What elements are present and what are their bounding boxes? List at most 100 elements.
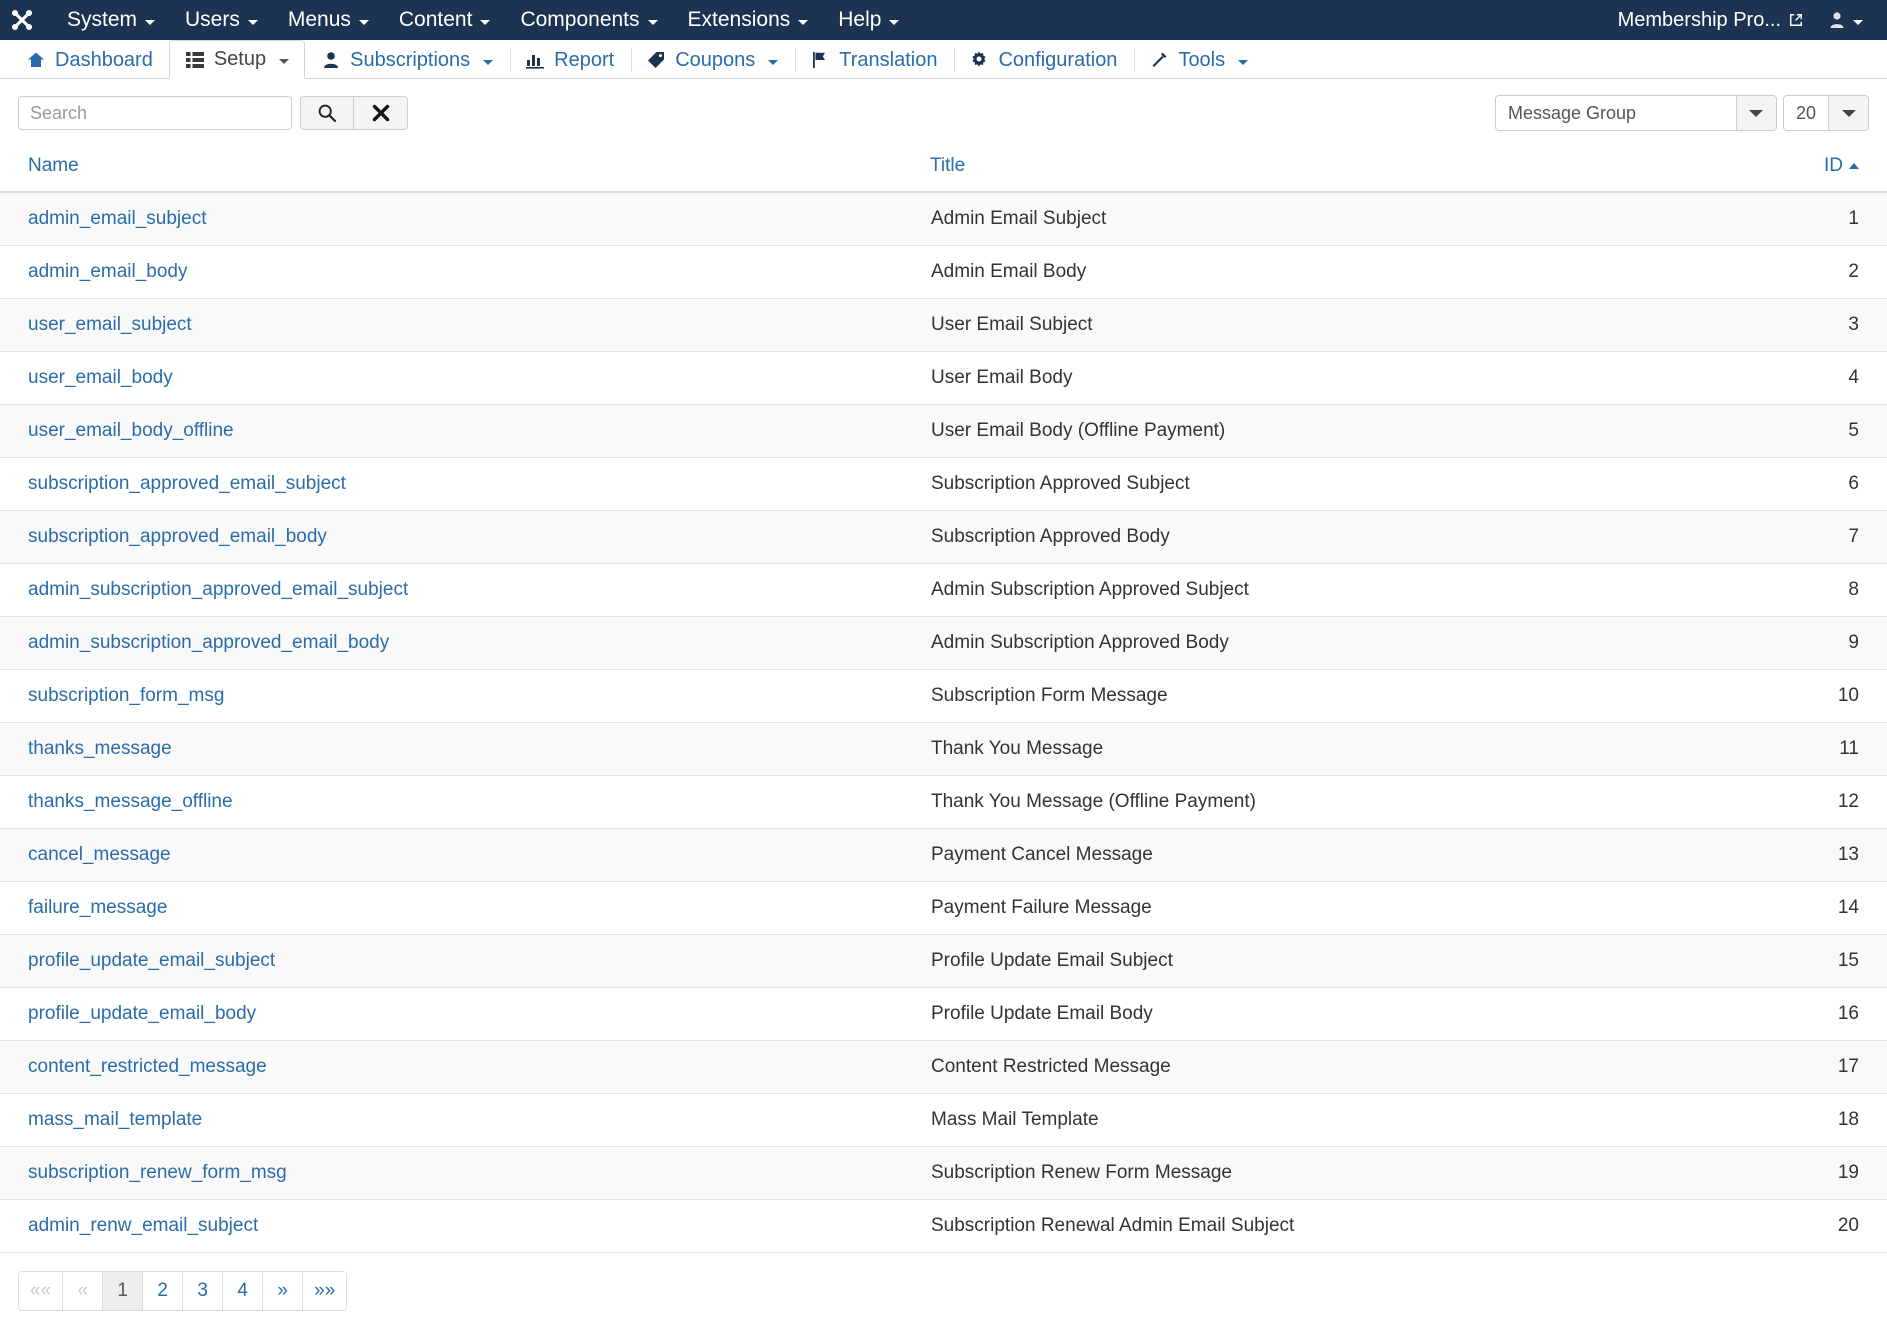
column-header-label: Title xyxy=(930,155,966,176)
message-name-link[interactable]: subscription_approved_email_subject xyxy=(28,473,346,494)
topnav-item-menus[interactable]: Menus xyxy=(273,0,384,40)
message-name-link[interactable]: user_email_subject xyxy=(28,314,192,335)
last-page-button[interactable]: »» xyxy=(303,1271,347,1310)
topnav-label: Help xyxy=(838,8,882,31)
cell-name: user_email_body xyxy=(0,351,930,405)
topnav-item-system[interactable]: System xyxy=(52,0,170,40)
page-2-button[interactable]: 2 xyxy=(143,1271,184,1310)
message-name-link[interactable]: failure_message xyxy=(28,897,167,918)
cell-name: thanks_message xyxy=(0,722,930,776)
cell-id: 13 xyxy=(1710,828,1887,882)
message-name-link[interactable]: thanks_message xyxy=(28,738,172,759)
column-header-id[interactable]: ID xyxy=(1710,145,1887,193)
topnav-label: System xyxy=(67,8,138,31)
sidebar-item-label: Translation xyxy=(839,48,938,71)
cell-title: Thank You Message xyxy=(930,722,1710,776)
table-row: admin_subscription_approved_email_body Ad… xyxy=(0,616,1887,670)
column-header-title[interactable]: Title xyxy=(930,145,1710,193)
table-row: mass_mail_template Mass Mail Template 18 xyxy=(0,1093,1887,1147)
message-name-link[interactable]: cancel_message xyxy=(28,844,171,865)
cell-name: cancel_message xyxy=(0,828,930,882)
clear-search-button[interactable] xyxy=(354,96,408,130)
message-name-link[interactable]: profile_update_email_body xyxy=(28,1003,256,1024)
cell-id: 7 xyxy=(1710,510,1887,564)
chevron-down-icon xyxy=(279,59,290,64)
sidebar-item-translation[interactable]: Translation xyxy=(794,40,953,79)
message-name-link[interactable]: admin_email_subject xyxy=(28,208,207,229)
chevron-down-icon xyxy=(480,19,491,25)
cell-title: Subscription Approved Body xyxy=(930,510,1710,564)
user-menu-button[interactable] xyxy=(1813,11,1873,29)
cell-title: Subscription Renewal Admin Email Subject xyxy=(930,1199,1710,1253)
chevron-down-icon xyxy=(483,59,494,65)
topbar-right-group: Membership Pro... xyxy=(1608,0,1873,40)
table-row: thanks_message Thank You Message 11 xyxy=(0,722,1887,776)
sidebar-item-label: Tools xyxy=(1178,48,1226,71)
topnav-item-users[interactable]: Users xyxy=(170,0,273,40)
cell-name: content_restricted_message xyxy=(0,1040,930,1094)
sidebar-item-setup[interactable]: Setup xyxy=(168,40,306,79)
cell-title: Profile Update Email Subject xyxy=(930,934,1710,988)
tag-icon xyxy=(646,50,666,70)
page-4-button[interactable]: 4 xyxy=(223,1271,264,1310)
cell-name: admin_email_body xyxy=(0,245,930,299)
sidebar-item-coupons[interactable]: Coupons xyxy=(630,40,794,79)
chevron-down-icon xyxy=(247,19,258,25)
column-header-label: ID xyxy=(1824,155,1843,176)
table-header: Name Title ID xyxy=(0,145,1887,193)
next-page-button[interactable]: » xyxy=(263,1271,304,1310)
cell-name: admin_renw_email_subject xyxy=(0,1199,930,1253)
pagination: «« «1 2 3 4»»» xyxy=(18,1270,348,1311)
user-avatar-icon xyxy=(1829,11,1845,29)
message-name-link[interactable]: subscription_form_msg xyxy=(28,685,224,706)
list-limit-value: 20 xyxy=(1795,102,1816,123)
column-header-label: Name xyxy=(28,155,79,176)
cell-name: subscription_renew_form_msg xyxy=(0,1146,930,1200)
topnav-item-content[interactable]: Content xyxy=(384,0,506,40)
message-name-link[interactable]: subscription_approved_email_body xyxy=(28,526,327,547)
filter-toolbar: Message Group 20 xyxy=(0,79,1887,145)
topnav-item-components[interactable]: Components xyxy=(505,0,672,40)
sidebar-item-dashboard[interactable]: Dashboard xyxy=(10,40,169,79)
flag-icon xyxy=(810,50,830,70)
message-name-link[interactable]: admin_subscription_approved_email_body xyxy=(28,632,389,653)
column-header-name[interactable]: Name xyxy=(0,145,930,193)
cell-name: mass_mail_template xyxy=(0,1093,930,1147)
page-3-button[interactable]: 3 xyxy=(183,1271,224,1310)
messages-table: Name Title ID admin_email_subject Admin E… xyxy=(0,145,1887,1253)
message-name-link[interactable]: mass_mail_template xyxy=(28,1109,202,1130)
cell-title: User Email Subject xyxy=(930,298,1710,352)
message-group-select[interactable]: Message Group xyxy=(1494,95,1777,131)
cell-id: 17 xyxy=(1710,1040,1887,1094)
close-x-icon xyxy=(371,103,391,123)
search-button[interactable] xyxy=(300,96,354,130)
list-limit-select[interactable]: 20 xyxy=(1782,95,1869,131)
message-name-link[interactable]: subscription_renew_form_msg xyxy=(28,1162,287,1183)
table-row: cancel_message Payment Cancel Message 13 xyxy=(0,828,1887,882)
sidebar-item-report[interactable]: Report xyxy=(509,40,630,79)
sidebar-item-configuration[interactable]: Configuration xyxy=(953,40,1133,79)
message-name-link[interactable]: admin_email_body xyxy=(28,261,188,282)
topnav-item-extensions[interactable]: Extensions xyxy=(673,0,824,40)
message-name-link[interactable]: admin_subscription_approved_email_subjec… xyxy=(28,579,408,600)
component-subnav: Dashboard Setup Subscriptions Report Cou… xyxy=(0,40,1887,79)
message-name-link[interactable]: content_restricted_message xyxy=(28,1056,267,1077)
cell-title: Subscription Form Message xyxy=(930,669,1710,723)
table-header-row: Name Title ID xyxy=(0,145,1887,193)
message-name-link[interactable]: user_email_body xyxy=(28,367,173,388)
message-name-link[interactable]: user_email_body_offline xyxy=(28,420,234,441)
message-name-link[interactable]: thanks_message_offline xyxy=(28,791,233,812)
table-body: admin_email_subject Admin Email Subject 1 a… xyxy=(0,192,1887,1253)
message-name-link[interactable]: admin_renw_email_subject xyxy=(28,1215,258,1236)
preview-site-link[interactable]: Membership Pro... xyxy=(1608,9,1813,32)
table-row: subscription_renew_form_msg Subscription … xyxy=(0,1146,1887,1200)
sidebar-item-tools[interactable]: Tools xyxy=(1133,40,1264,79)
topnav-item-help[interactable]: Help xyxy=(823,0,914,40)
search-input[interactable] xyxy=(18,96,292,130)
cell-title: Admin Email Subject xyxy=(930,192,1710,246)
first-page-button: «« xyxy=(19,1271,64,1310)
message-name-link[interactable]: profile_update_email_subject xyxy=(28,950,275,971)
table-row: subscription_approved_email_subject Subsc… xyxy=(0,457,1887,511)
sidebar-item-subscriptions[interactable]: Subscriptions xyxy=(305,40,509,79)
joomla-logo-icon[interactable] xyxy=(6,4,38,36)
